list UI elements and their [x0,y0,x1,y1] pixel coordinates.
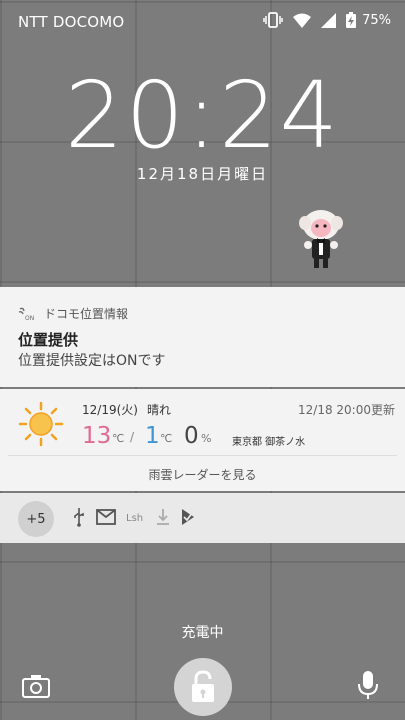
divider [8,455,397,456]
lsh-icon: Lsh [126,513,143,524]
status-bar: NTT DOCOMO 75% [0,0,405,44]
weather-location: 東京都 御茶ノ水 [232,437,306,448]
signal-icon [321,12,337,28]
rain-radar-link[interactable]: 雨雲レーダーを見る [0,466,405,483]
weather-notification[interactable]: 12/19(火) 晴れ 12/18 20:00更新 13 ℃ / 1 ℃ 0 %… [0,389,405,491]
lockscreen-date: 12月18日月曜日 [136,165,269,183]
lockscreen-clock: 20:24 [64,62,341,169]
location-notification[interactable]: ON ドコモ位置情報 位置提供 位置提供設定はONです [0,287,405,387]
carrier-name: NTT DOCOMO [18,13,125,31]
notification-overflow-bar[interactable]: +5 Lsh [0,493,405,543]
location-on-icon: ON [18,307,34,321]
battery-charging-icon [346,12,357,28]
sheep-mascot-icon [299,210,343,268]
temperature-separator: / [130,430,135,444]
wifi-icon [293,13,312,28]
lock-icon [192,670,214,702]
sun-icon [18,401,64,447]
camera-icon[interactable] [22,674,50,698]
svg-text:ON: ON [25,315,34,321]
high-temperature: 13 [82,423,112,449]
mail-icon [96,509,116,525]
precipitation-chance: 0 [184,423,199,449]
charging-status: 充電中 [181,625,224,641]
low-temperature: 1 [145,423,160,449]
location-app-row: ON ドコモ位置情報 [18,305,128,322]
unlock-button[interactable] [174,658,232,716]
microphone-icon[interactable] [357,670,379,700]
weather-updated-time: 12/18 20:00更新 [298,403,395,417]
overflow-icons: Lsh [72,507,196,527]
low-temperature-unit: ℃ [160,432,173,445]
precipitation-unit: % [201,432,212,445]
battery-percentage: 75% [362,12,391,28]
more-notifications-count[interactable]: +5 [18,501,54,537]
high-temperature-unit: ℃ [112,432,125,445]
location-text: 位置提供設定はONです [18,353,166,369]
weather-condition: 晴れ [147,403,172,417]
location-app-name: ドコモ位置情報 [44,307,129,321]
status-icons: 75% [263,12,391,28]
svg-text:Lsh: Lsh [126,513,143,524]
check-flag-icon [182,509,194,525]
vibrate-icon [263,12,283,28]
weather-date: 12/19(火) [82,403,138,417]
usb-icon [74,508,84,527]
location-title: 位置提供 [18,331,79,349]
download-icon [157,509,169,525]
